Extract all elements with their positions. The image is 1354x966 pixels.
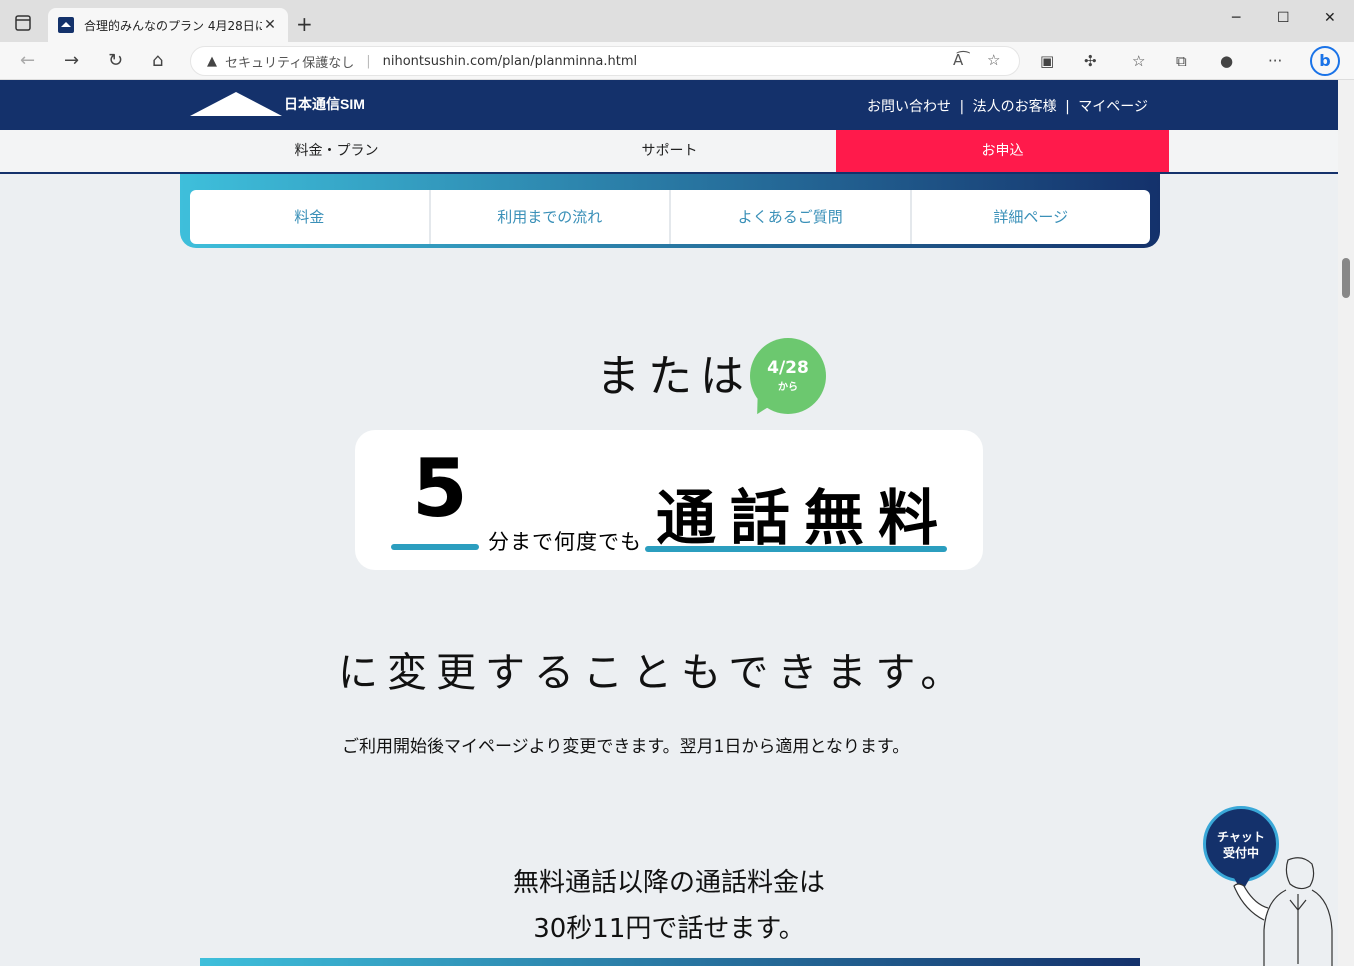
nav-pricing-plan[interactable]: 料金・プラン <box>170 130 503 172</box>
tab-title: 合理的みんなのプラン 4月28日に大 <box>84 18 262 33</box>
change-text: に変更することもできます。 <box>338 650 970 696</box>
chat-label-1: チャット <box>1217 830 1265 844</box>
browser-toolbar: ← → ↻ ⌂ ▲ セキュリティ保護なし | nihontsushin.com/… <box>0 42 1354 80</box>
header-links: お問い合わせ | 法人のお客様 | マイページ <box>865 96 1150 116</box>
five-underline <box>391 544 479 550</box>
tab-actions-icon[interactable] <box>14 14 32 32</box>
read-aloud-icon[interactable]: A͡ <box>953 51 963 69</box>
page-scrollbar[interactable] <box>1338 80 1354 966</box>
sub-nav-inner: 料金 利用までの流れ よくあるご質問 詳細ページ <box>190 190 1150 244</box>
tab-collections-icon[interactable]: ⧉ <box>1176 52 1187 70</box>
free-call-text: 通話無料 <box>656 484 952 554</box>
mataha-heading: または <box>596 351 752 402</box>
bing-copilot-icon[interactable]: b <box>1310 46 1340 76</box>
home-icon[interactable]: ⌂ <box>152 50 163 71</box>
site-logo[interactable]: 日本通信SIM <box>190 92 365 116</box>
maximize-button[interactable]: ☐ <box>1277 10 1290 26</box>
more-menu-icon[interactable]: ··· <box>1268 52 1282 70</box>
browser-tab[interactable]: 合理的みんなのプラン 4月28日に大 ✕ <box>48 8 288 42</box>
nav-support[interactable]: サポート <box>503 130 836 172</box>
scrollbar-thumb[interactable] <box>1342 258 1350 298</box>
browser-tab-bar: 合理的みんなのプラン 4月28日に大 ✕ + ─ ☐ ✕ <box>0 0 1354 42</box>
warning-icon[interactable]: ▲ <box>207 54 217 69</box>
badge-date: 4/28 <box>767 358 809 378</box>
rate-text-line2: 30秒11円で話せます。 <box>533 914 805 944</box>
address-separator: | <box>366 53 371 69</box>
mypage-link[interactable]: マイページ <box>1078 99 1148 115</box>
site-header: 日本通信SIM お問い合わせ | 法人のお客様 | マイページ <box>0 80 1338 130</box>
extensions-icon[interactable]: ✣ <box>1084 52 1097 70</box>
minimize-button[interactable]: ─ <box>1232 10 1240 26</box>
new-tab-button[interactable]: + <box>296 12 313 36</box>
address-bar[interactable]: ▲ セキュリティ保護なし | nihontsushin.com/plan/pla… <box>190 46 1020 76</box>
security-status[interactable]: セキュリティ保護なし <box>225 52 354 71</box>
site-favicon-icon <box>58 17 74 33</box>
back-icon[interactable]: ← <box>20 50 35 71</box>
sub-nav: 料金 利用までの流れ よくあるご質問 詳細ページ <box>180 174 1160 248</box>
link-separator: | <box>1065 99 1070 115</box>
subnav-faq[interactable]: よくあるご質問 <box>671 190 912 244</box>
chat-operator-illustration[interactable] <box>1228 850 1338 966</box>
profile-avatar-icon[interactable]: ● <box>1220 52 1233 70</box>
favorites-icon[interactable]: ☆ <box>1132 52 1145 70</box>
mountain-logo-icon <box>190 92 282 116</box>
section-bar <box>200 958 1140 966</box>
corporate-link[interactable]: 法人のお客様 <box>973 99 1057 115</box>
nav-apply-button[interactable]: お申込 <box>836 130 1169 172</box>
close-window-button[interactable]: ✕ <box>1324 10 1336 26</box>
logo-text: 日本通信SIM <box>284 96 365 112</box>
forward-icon[interactable]: → <box>64 50 79 71</box>
link-separator: | <box>959 99 965 115</box>
subnav-details[interactable]: 詳細ページ <box>912 190 1151 244</box>
collections-icon[interactable]: ▣ <box>1040 52 1054 70</box>
page-viewport: 日本通信SIM お問い合わせ | 法人のお客様 | マイページ 料金・プラン サ… <box>0 80 1338 966</box>
global-nav: 料金・プラン サポート お申込 <box>0 130 1338 174</box>
refresh-icon[interactable]: ↻ <box>108 50 123 71</box>
change-note: ご利用開始後マイページより変更できます。翌月1日から適用となります。 <box>342 737 910 757</box>
rate-text-line1: 無料通話以降の通話料金は <box>512 868 825 898</box>
date-badge: 4/28 から <box>750 338 826 414</box>
add-favorite-icon[interactable]: ☆ <box>987 51 1000 69</box>
subnav-flow[interactable]: 利用までの流れ <box>431 190 671 244</box>
five-minutes-number: 5 <box>412 442 468 535</box>
contact-link[interactable]: お問い合わせ <box>867 99 951 115</box>
minutes-text: 分まで何度でも <box>488 530 642 554</box>
tab-close-button[interactable]: ✕ <box>262 17 278 33</box>
free-call-underline <box>645 546 947 552</box>
badge-from: から <box>778 382 798 393</box>
subnav-pricing[interactable]: 料金 <box>190 190 431 244</box>
url-text[interactable]: nihontsushin.com/plan/planminna.html <box>383 54 638 69</box>
